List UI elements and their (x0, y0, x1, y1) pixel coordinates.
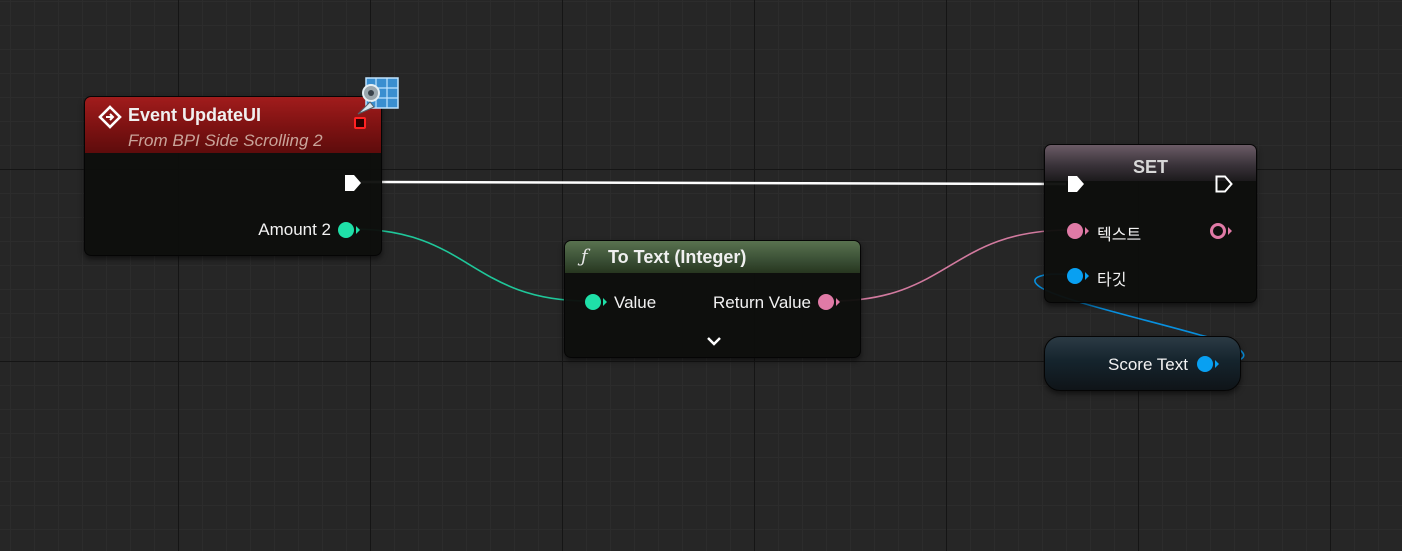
exec-wire (359, 180, 1067, 186)
return-value-pin-label: Return Value (713, 293, 811, 312)
score-text-variable-node[interactable]: Score Text (1044, 336, 1241, 391)
exec-output-pin-set[interactable] (1214, 174, 1234, 194)
to-text-node-header[interactable]: ƒ To Text (Integer) (565, 241, 860, 273)
exec-output-pin[interactable] (343, 173, 363, 193)
text-input-pin[interactable] (1066, 221, 1090, 241)
return-value-output-pin[interactable] (817, 292, 841, 312)
delegate-pin[interactable] (354, 117, 366, 129)
return-to-text-wire (831, 229, 1071, 302)
score-text-label: Score Text (1107, 355, 1188, 374)
event-node-title: Event UpdateUI (128, 105, 262, 125)
amount-output-pin[interactable] (337, 220, 361, 240)
target-input-pin[interactable] (1066, 266, 1090, 286)
target-pin-label: 타깃 (1097, 270, 1127, 289)
text-output-pin[interactable] (1209, 221, 1233, 241)
to-text-node-title: To Text (Integer) (608, 247, 747, 267)
to-text-integer-node[interactable]: ƒ To Text (Integer) Value Return Value (564, 240, 861, 358)
chevron-down-icon[interactable] (706, 335, 722, 347)
text-pin-label: 텍스트 (1097, 225, 1142, 244)
set-node[interactable]: SET 텍스트 타깃 (1044, 144, 1257, 303)
function-icon: ƒ (581, 246, 588, 267)
value-pin-label: Value (614, 293, 657, 312)
exec-input-pin[interactable] (1066, 174, 1086, 194)
amount-to-value-wire (351, 228, 590, 302)
event-diamond-icon (98, 105, 122, 129)
event-node-header[interactable]: Event UpdateUI From BPI Side Scrolling 2 (85, 97, 381, 153)
amount-pin-label: Amount 2 (258, 220, 331, 239)
blueprint-interface-icon (357, 77, 399, 115)
event-node-subtitle: From BPI Side Scrolling 2 (128, 131, 323, 150)
score-text-output-pin[interactable] (1196, 354, 1220, 374)
event-updateui-node[interactable]: Event UpdateUI From BPI Side Scrolling 2… (84, 96, 382, 256)
value-input-pin[interactable] (584, 292, 608, 312)
